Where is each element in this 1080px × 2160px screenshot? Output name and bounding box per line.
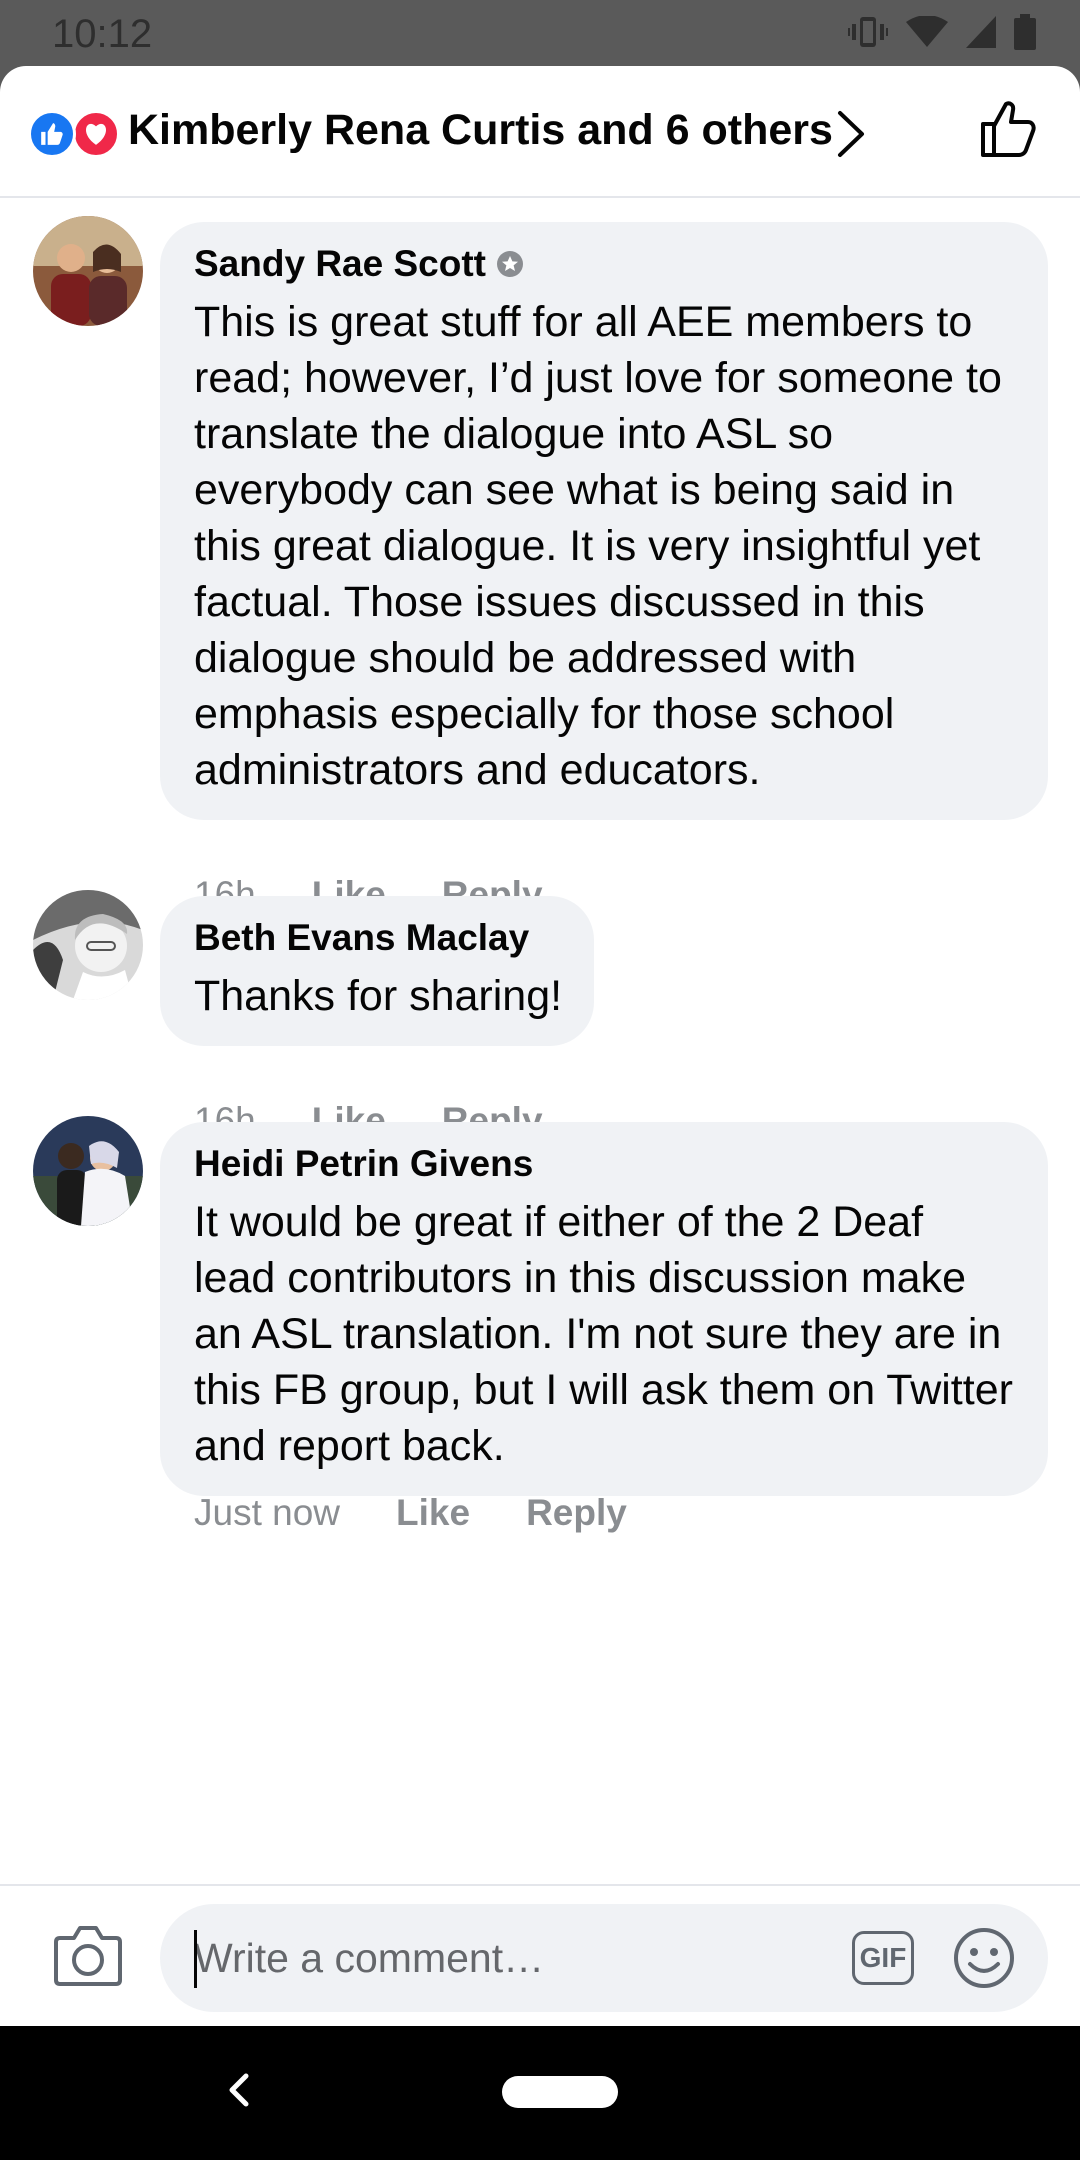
love-reaction-icon <box>72 110 120 158</box>
system-nav-bar <box>0 2026 1080 2160</box>
comment-author[interactable]: Sandy Rae Scott <box>194 242 1016 286</box>
avatar[interactable] <box>33 216 143 326</box>
avatar[interactable] <box>33 890 143 1000</box>
reply-comment-button[interactable]: Reply <box>526 1492 627 1534</box>
comment-author[interactable]: Heidi Petrin Givens <box>194 1142 1016 1186</box>
like-comment-button[interactable]: Like <box>396 1492 470 1534</box>
comment-input-box[interactable]: GIF <box>160 1904 1048 2012</box>
comment-text: This is great stuff for all AEE members … <box>194 298 1002 794</box>
comment-time: Just now <box>194 1492 341 1533</box>
comment-bubble[interactable]: Beth Evans Maclay Thanks for sharing! <box>160 896 595 1046</box>
admin-shield-icon <box>496 251 523 277</box>
reaction-icons <box>28 110 120 158</box>
text-caret <box>194 1930 197 1988</box>
back-icon[interactable] <box>226 2070 252 2110</box>
screen: 10:12 Kimberly Rena Curtis and 6 others … <box>0 0 1080 2160</box>
comment-composer: GIF <box>0 1884 1080 2026</box>
avatar[interactable] <box>33 1116 143 1226</box>
author-name[interactable]: Beth Evans Maclay <box>194 916 529 960</box>
comments-sheet: Kimberly Rena Curtis and 6 others Sandy … <box>0 66 1080 2026</box>
reactors-title[interactable]: Kimberly Rena Curtis and 6 others <box>128 106 833 155</box>
status-icons <box>848 14 1036 50</box>
status-bar: 10:12 <box>0 0 1080 66</box>
author-name[interactable]: Heidi Petrin Givens <box>194 1142 533 1186</box>
comment-author[interactable]: Beth Evans Maclay <box>194 916 562 960</box>
battery-icon <box>1014 14 1036 50</box>
reactions-header[interactable]: Kimberly Rena Curtis and 6 others <box>0 66 1080 198</box>
smiley-icon[interactable] <box>952 1926 1016 1990</box>
chevron-right-icon[interactable] <box>836 110 866 158</box>
camera-icon[interactable] <box>54 1924 122 1986</box>
home-pill-button[interactable] <box>502 2076 618 2108</box>
vibrate-icon <box>848 17 888 47</box>
comment-text: It would be great if either of the 2 Dea… <box>194 1198 1013 1470</box>
gif-button[interactable]: GIF <box>852 1931 914 1985</box>
comment-bubble[interactable]: Heidi Petrin Givens It would be great if… <box>160 1122 1048 1496</box>
comment-bubble[interactable]: Sandy Rae Scott This is great stuff for … <box>160 222 1048 820</box>
thumbs-up-outline-icon[interactable] <box>980 100 1036 158</box>
comment-input[interactable] <box>194 1928 814 1988</box>
cell-signal-icon <box>966 16 996 48</box>
comment-actions: Just now Like Reply <box>194 1492 683 1534</box>
comment-text: Thanks for sharing! <box>194 972 563 1020</box>
status-time: 10:12 <box>52 12 153 56</box>
like-reaction-icon <box>28 110 76 158</box>
wifi-icon <box>906 16 948 47</box>
author-name[interactable]: Sandy Rae Scott <box>194 242 486 286</box>
